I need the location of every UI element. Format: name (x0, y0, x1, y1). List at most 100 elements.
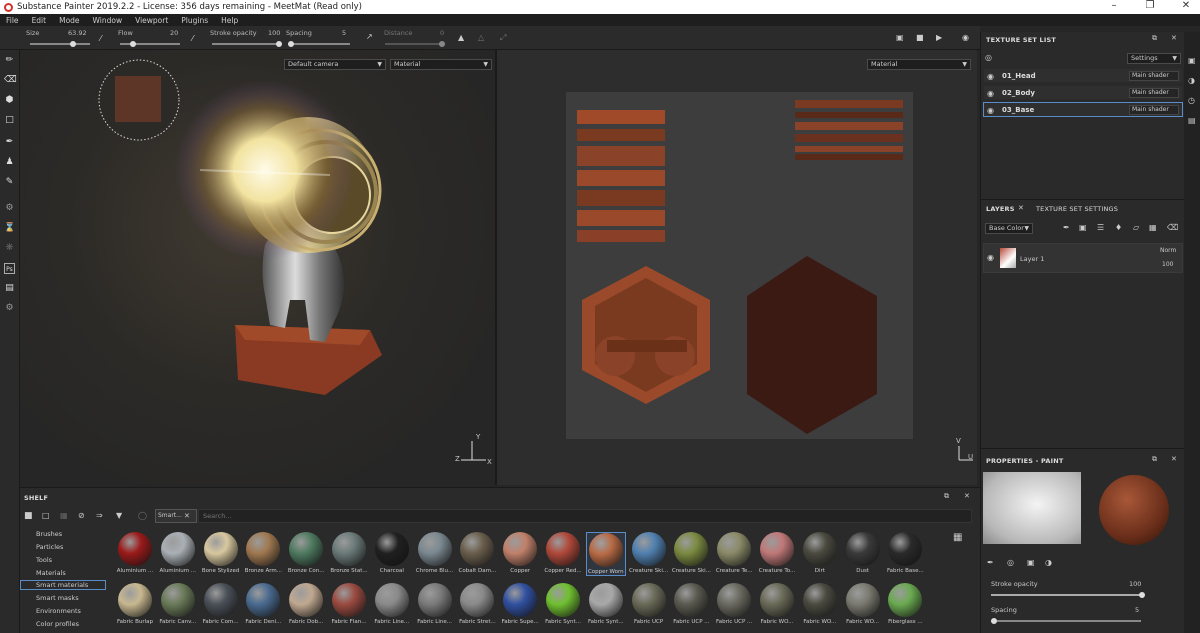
new-shelf-icon[interactable]: □ (42, 511, 50, 520)
bake-icon[interactable]: ⚙ (4, 203, 15, 214)
prop-opacity-value[interactable]: 100 (1129, 580, 1141, 588)
tab-layers[interactable]: LAYERS (986, 205, 1015, 213)
stroke-opacity-slider[interactable] (212, 41, 282, 47)
smudge-icon[interactable]: ✒ (4, 137, 15, 148)
viewport-2d[interactable]: Material ▼ V U (497, 50, 977, 485)
shelf-search-input[interactable] (198, 509, 972, 523)
material-thumbnail[interactable]: Fabric Supe... (500, 583, 540, 625)
menu-file[interactable]: File (6, 16, 19, 25)
shader-dropdown[interactable]: Main shader (1129, 71, 1179, 81)
restore-icon[interactable]: ❐ (1140, 0, 1160, 11)
lazy-mouse-icon[interactable]: ↗ (366, 32, 373, 41)
display-settings-icon[interactable]: ◑ (1188, 76, 1195, 85)
shelf-nav-brushes[interactable]: Brushes (36, 530, 106, 538)
flow-pressure-icon[interactable]: ⁄ (192, 34, 193, 43)
settings-icon[interactable]: ⚙ (4, 303, 15, 314)
material-thumbnail[interactable]: Cobalt Dam... (457, 532, 497, 574)
eraser-icon[interactable]: ⌫ (4, 75, 17, 86)
photoshop-icon[interactable]: Ps (4, 263, 15, 274)
prop-spacing-slider[interactable] (991, 618, 1141, 624)
flow-slider[interactable] (120, 41, 180, 47)
material-thumbnail[interactable]: Dust (843, 532, 883, 574)
constrain-icon[interactable]: ⤢ (500, 33, 506, 43)
material-thumbnail[interactable]: Fabric Deni... (243, 583, 283, 625)
material-thumbnail[interactable]: Copper Red... (543, 532, 583, 574)
material-thumbnail[interactable]: Charcoal (372, 532, 412, 574)
material-thumbnail[interactable]: Fabric WO... (757, 583, 797, 625)
menu-plugins[interactable]: Plugins (181, 16, 208, 25)
picker-icon[interactable]: ✎ (4, 177, 15, 188)
material-thumbnail[interactable]: Fabric UCP ... (714, 583, 754, 625)
prop-opacity-slider[interactable] (991, 592, 1145, 598)
shelf-nav-particles[interactable]: Particles (36, 543, 106, 551)
add-effect-icon[interactable]: ✒ (1063, 223, 1070, 232)
flow-value[interactable]: 20 (170, 29, 178, 37)
display-mode-icon[interactable]: ▣ (896, 33, 904, 42)
add-layer-icon[interactable]: ▱ (1133, 223, 1139, 232)
grid-view-icon[interactable]: ▦ (953, 532, 962, 543)
float-properties-icon[interactable]: ⧉ (1152, 455, 1157, 464)
blend-mode[interactable]: Norm (1160, 247, 1176, 254)
spacing-value[interactable]: 5 (342, 29, 346, 37)
close-panel-icon[interactable]: ✕ (1171, 34, 1177, 42)
material-thumbnail[interactable]: Aluminium ... (115, 532, 155, 574)
material-tab-icon[interactable]: ◑ (1045, 558, 1052, 567)
alpha-tab-icon[interactable]: ◎ (1007, 558, 1014, 567)
eye-icon[interactable]: ◉ (987, 72, 994, 81)
material-thumbnail[interactable]: Fabric Base... (885, 532, 925, 574)
delete-layer-icon[interactable]: ⌫ (1167, 223, 1178, 232)
filter-icon[interactable]: ▼ (116, 511, 122, 520)
shelf-nav-smart-masks[interactable]: Smart masks (36, 594, 106, 602)
shelf-nav-color-profiles[interactable]: Color profiles (36, 620, 106, 628)
material-thumbnail[interactable]: Creature Ski... (629, 532, 669, 574)
material-thumbnail[interactable]: Creature Ski... (671, 532, 711, 574)
record-icon[interactable]: ▶ (936, 33, 942, 42)
material-thumbnail[interactable]: Fabric WO... (800, 583, 840, 625)
close-properties-icon[interactable]: ✕ (1171, 455, 1177, 463)
material-thumbnail[interactable]: Fabric Synt... (543, 583, 583, 625)
material-thumbnail[interactable]: Creature Te... (714, 532, 754, 574)
material-thumbnail[interactable]: Fabric Flan... (329, 583, 369, 625)
add-fill-icon[interactable]: ☰ (1097, 223, 1104, 232)
material-thumbnail[interactable]: Bronze Arm... (243, 532, 283, 574)
add-mask-icon[interactable]: ▣ (1079, 223, 1087, 232)
material-thumbnail[interactable]: Bronze Stat... (329, 532, 369, 574)
material-thumbnail[interactable]: Bronze Con... (286, 532, 326, 574)
material-thumbnail[interactable]: Copper Worn (585, 532, 626, 576)
menu-viewport[interactable]: Viewport (135, 16, 168, 25)
import-icon[interactable]: ⇒ (96, 511, 103, 520)
shelf-nav-environments[interactable]: Environments (36, 607, 106, 615)
eye-icon[interactable]: ◉ (987, 89, 994, 98)
shelf-nav-smart-materials[interactable]: Smart materials (20, 580, 106, 590)
menu-edit[interactable]: Edit (32, 16, 47, 25)
menu-help[interactable]: Help (221, 16, 238, 25)
texture-settings-dropdown[interactable]: Settings ▼ (1127, 53, 1181, 64)
material-thumbnail[interactable]: Fabric Line... (415, 583, 455, 625)
history-icon[interactable]: ◷ (1188, 96, 1195, 105)
float-shelf-icon[interactable]: ⧉ (944, 492, 949, 501)
stroke-opacity-value[interactable]: 100 (268, 29, 280, 37)
recent-icon[interactable]: ◯ (138, 511, 147, 520)
screenshot-icon[interactable]: ◉ (962, 33, 969, 42)
viewport-3d[interactable]: Default camera ▼ Material ▼ Y Z X (20, 50, 495, 485)
symmetry-icon[interactable]: ▲ (458, 33, 464, 42)
material-thumbnail[interactable]: Fabric Dob... (286, 583, 326, 625)
material-preview-ball[interactable] (1099, 475, 1169, 545)
material-thumbnail[interactable]: Fabric UCP ... (671, 583, 711, 625)
material-thumbnail[interactable]: Fabric Line... (372, 583, 412, 625)
material-thumbnail[interactable]: Aluminium ... (158, 532, 198, 574)
brush-tab-icon[interactable]: ✒ (987, 558, 994, 567)
filter-tag[interactable]: Smart... (155, 509, 197, 523)
document-icon[interactable]: ▤ (4, 283, 15, 294)
add-folder-icon[interactable]: ▦ (1149, 223, 1157, 232)
material-thumbnail[interactable]: Creature To... (757, 532, 797, 574)
material-thumbnail[interactable]: Bone Stylized (201, 532, 241, 574)
folder-icon[interactable]: ■ (24, 511, 33, 521)
shelf-nav-materials[interactable]: Materials (36, 569, 106, 577)
stencil-tab-icon[interactable]: ▣ (1027, 558, 1035, 567)
material-thumbnail[interactable]: Copper (500, 532, 540, 574)
material-thumbnail[interactable]: Fabric Canv... (158, 583, 198, 625)
material-thumbnail[interactable]: Chrome Blu... (415, 532, 455, 574)
material-thumbnail[interactable]: Fabric Stret... (457, 583, 497, 625)
close-tab-icon[interactable]: ✕ (1018, 204, 1024, 212)
